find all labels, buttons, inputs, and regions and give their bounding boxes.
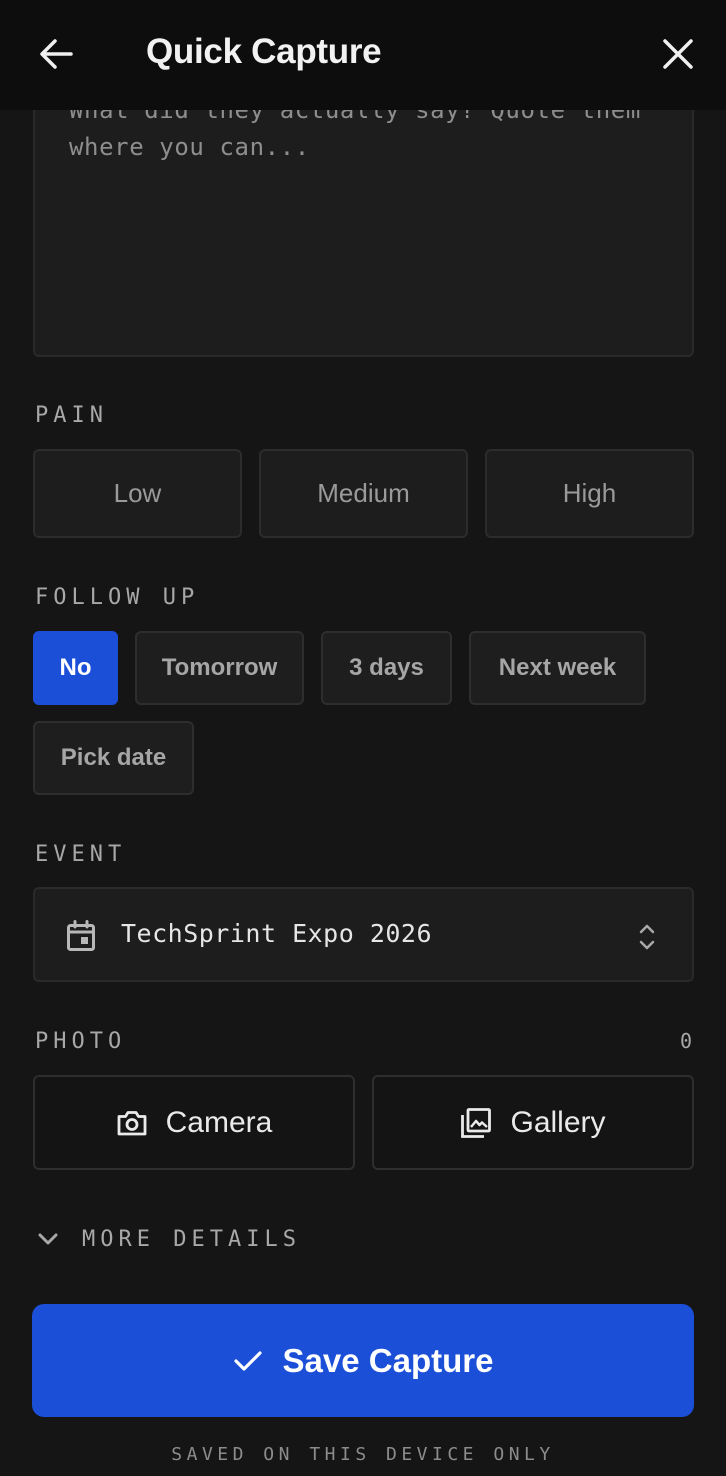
follow-up-option-pick-date[interactable]: Pick date — [33, 721, 194, 795]
follow-up-option-next-week[interactable]: Next week — [469, 631, 646, 705]
follow-up-option-no[interactable]: No — [33, 631, 118, 705]
more-details-label: MORE DETAILS — [82, 1226, 301, 1252]
camera-button[interactable]: Camera — [33, 1075, 355, 1170]
storage-note: SAVED ON THIS DEVICE ONLY — [171, 1444, 555, 1465]
calendar-icon — [67, 920, 95, 951]
pain-option-medium[interactable]: Medium — [259, 449, 468, 538]
notes-input[interactable] — [69, 92, 659, 332]
camera-label: Camera — [165, 1105, 273, 1139]
pain-label: PAIN — [35, 403, 108, 428]
follow-up-option-tomorrow[interactable]: Tomorrow — [135, 631, 304, 705]
event-select[interactable]: TechSprint Expo 2026 — [33, 887, 694, 982]
pain-option-high[interactable]: High — [485, 449, 694, 538]
gallery-icon — [461, 1107, 492, 1138]
back-button[interactable] — [36, 34, 76, 74]
follow-up-option-3-days[interactable]: 3 days — [321, 631, 452, 705]
follow-up-label: FOLLOW UP — [35, 585, 200, 610]
chevron-up-down-icon — [639, 924, 655, 950]
camera-icon — [117, 1110, 147, 1135]
notes-field[interactable] — [33, 70, 694, 357]
event-label: EVENT — [35, 842, 127, 867]
close-button[interactable] — [658, 34, 698, 74]
event-value: TechSprint Expo 2026 — [121, 919, 433, 948]
gallery-label: Gallery — [510, 1105, 606, 1139]
save-capture-label: Save Capture — [282, 1341, 494, 1379]
close-icon — [663, 39, 693, 69]
check-icon — [233, 1350, 262, 1371]
page-title: Quick Capture — [146, 32, 382, 71]
pain-option-low[interactable]: Low — [33, 449, 242, 538]
top-bar: Quick Capture — [0, 0, 726, 110]
arrow-left-icon — [40, 39, 73, 69]
photo-label: PHOTO — [35, 1029, 127, 1054]
chevron-down-icon — [38, 1233, 58, 1245]
save-capture-button[interactable]: Save Capture — [32, 1304, 694, 1417]
more-details-toggle[interactable]: MORE DETAILS — [36, 1222, 301, 1256]
gallery-button[interactable]: Gallery — [372, 1075, 694, 1170]
photo-count: 0 — [680, 1029, 693, 1053]
